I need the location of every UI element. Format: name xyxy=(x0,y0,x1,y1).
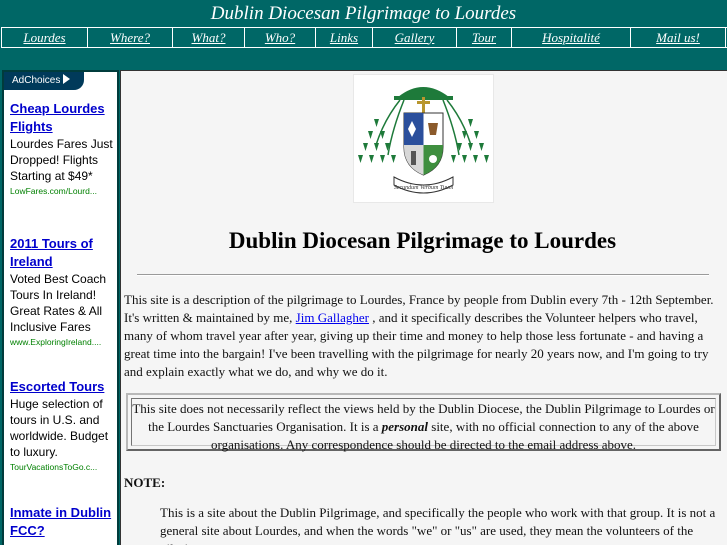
intro-paragraph: This site is a description of the pilgri… xyxy=(124,291,724,381)
note-label: NOTE: xyxy=(124,475,166,490)
page-title: Dublin Diocesan Pilgrimage to Lourdes xyxy=(228,228,617,253)
ad-text: Huge selection of tours in U.S. and worl… xyxy=(10,397,109,459)
ad-text: Voted Best Coach Tours In Ireland! Great… xyxy=(10,272,107,334)
ad-title-link[interactable]: 2011 Tours of Ireland xyxy=(10,235,116,271)
nav-link-mail-us[interactable]: Mail us! xyxy=(631,28,726,47)
disclaimer-text: This site does not necessarily reflect t… xyxy=(131,398,716,452)
adchoices-badge[interactable]: AdChoices xyxy=(4,72,84,90)
ad-title-link[interactable]: Cheap Lourdes Flights xyxy=(10,100,116,136)
adchoices-icon xyxy=(63,74,71,84)
ad-url-link[interactable]: LowFares.com/Lourd... xyxy=(10,184,116,198)
disclaimer-box: This site does not necessarily reflect t… xyxy=(126,393,721,452)
diocese-crest-image: Secundum Verbum Tuum xyxy=(353,74,494,203)
ad-block: Cheap Lourdes Flights Lourdes Fares Just… xyxy=(10,100,116,198)
top-nav: Lourdes Where? What? Who? Links Gallery … xyxy=(1,27,727,48)
divider xyxy=(137,274,709,276)
nav-link-who[interactable]: Who? xyxy=(245,28,316,47)
site-title: Dublin Diocesan Pilgrimage to Lourdes xyxy=(210,3,517,24)
ad-block: 2011 Tours of Ireland Voted Best Coach T… xyxy=(10,235,116,349)
nav-link-gallery[interactable]: Gallery xyxy=(373,28,457,47)
note-text: This is a site about the Dublin Pilgrima… xyxy=(160,505,716,545)
nav-link-tour[interactable]: Tour xyxy=(457,28,512,47)
nav-link-what[interactable]: What? xyxy=(173,28,245,47)
ad-block: Escorted Tours Huge selection of tours i… xyxy=(10,378,116,474)
ad-text: Lourdes Fares Just Dropped! Flights Star… xyxy=(10,137,113,183)
ad-title-link[interactable]: Inmate in Dublin FCC? xyxy=(10,504,116,540)
nav-link-where[interactable]: Where? xyxy=(88,28,173,47)
ad-url-link[interactable]: TourVacationsToGo.c... xyxy=(10,460,116,474)
crest-motto: Secundum Verbum Tuum xyxy=(394,185,454,191)
author-link[interactable]: Jim Gallagher xyxy=(296,310,369,325)
nav-link-lourdes[interactable]: Lourdes xyxy=(1,28,88,47)
adchoices-label: AdChoices xyxy=(12,75,61,86)
main-content: Secundum Verbum Tuum Dublin Diocesan Pil… xyxy=(120,70,727,545)
nav-link-links[interactable]: Links xyxy=(316,28,373,47)
ad-sidebar: AdChoices Cheap Lourdes Flights Lourdes … xyxy=(2,70,119,545)
ad-block: Inmate in Dublin FCC? xyxy=(10,504,116,540)
crest-icon: Secundum Verbum Tuum xyxy=(358,87,489,194)
disclaimer-emphasis: personal xyxy=(381,419,429,434)
ad-url-link[interactable]: www.ExploringIreland.... xyxy=(10,335,116,349)
nav-link-hospitalite[interactable]: Hospitalité xyxy=(512,28,631,47)
ad-title-link[interactable]: Escorted Tours xyxy=(10,378,116,396)
